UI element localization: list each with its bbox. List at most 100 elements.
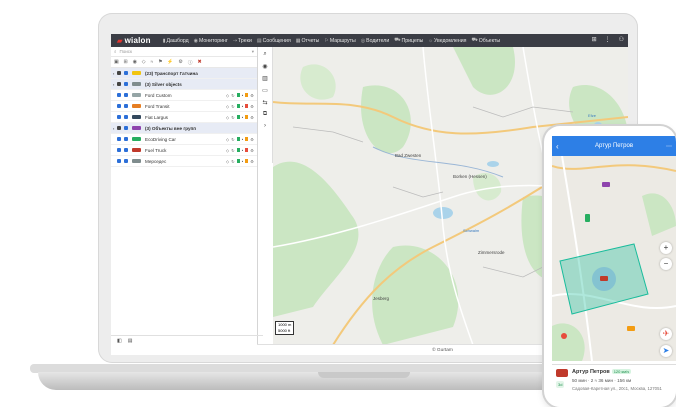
row-visibility-checkbox[interactable]: [124, 148, 128, 152]
unit-row[interactable]: Ford Transit ◇ ↻ • ⚙: [111, 101, 257, 112]
vehicle-icon: [132, 159, 141, 163]
row-visibility-checkbox[interactable]: [124, 93, 128, 97]
menu-item-notifications[interactable]: ☼ Уведомления: [428, 38, 466, 44]
menu-item-tracks[interactable]: ⇢ Треки: [233, 38, 252, 44]
row-visibility-checkbox[interactable]: [124, 71, 128, 75]
settings-icon[interactable]: ⚙: [250, 159, 254, 164]
delete-icon[interactable]: ✖: [198, 60, 202, 65]
row-visibility-checkbox[interactable]: [124, 126, 128, 130]
unit-group-row[interactable]: ▪ (3) Silver objects: [111, 79, 257, 90]
vehicle-icon: [132, 82, 141, 86]
row-checkbox[interactable]: [117, 82, 121, 86]
notifications-icon: ☼: [428, 37, 433, 44]
map-ruler-icon[interactable]: ▭: [262, 87, 268, 94]
more-icon[interactable]: ⋯: [666, 143, 672, 150]
vehicle-icon: [132, 126, 141, 130]
map-visibility-icon[interactable]: ◉: [262, 63, 267, 70]
map-book-icon[interactable]: ▥: [262, 75, 268, 82]
zoom-out-button[interactable]: −: [660, 258, 672, 270]
app-logo[interactable]: ▰ wialon: [111, 36, 163, 45]
menu-item-monitor[interactable]: ◉ Мониторинг: [194, 38, 228, 44]
tracks-icon: ⇢: [232, 37, 238, 44]
panel-layout-icon[interactable]: ◧: [117, 338, 122, 344]
collapse-icon[interactable]: ▪: [113, 126, 116, 131]
row-checkbox[interactable]: [117, 148, 121, 152]
row-visibility-checkbox[interactable]: [124, 115, 128, 119]
unit-group-row[interactable]: ▪ (3) Объекты вне групп: [111, 123, 257, 134]
column-visibility-icon[interactable]: ◉: [133, 60, 137, 65]
mobile-map[interactable]: + − ✈ ➤: [552, 156, 676, 361]
row-visibility-checkbox[interactable]: [124, 104, 128, 108]
select-all-checkbox[interactable]: ▣: [114, 60, 119, 65]
map-search-icon[interactable]: ⌕: [263, 51, 266, 58]
map-label: Borken (Hessen): [453, 174, 487, 179]
logo-mark-icon: ▰: [117, 37, 123, 45]
sensor-green-icon: [236, 148, 240, 152]
motion-icon: ↻: [231, 103, 235, 109]
user-icon[interactable]: ⚇: [619, 36, 624, 43]
map-expand-icon[interactable]: ›: [264, 123, 266, 129]
search-bar[interactable]: ⌕ Поиск ▾: [111, 47, 257, 57]
driver-card[interactable]: Артур Петров 120 км/ч 50 мин · 2 ≈ 36 мин…: [552, 364, 676, 407]
row-checkbox[interactable]: [117, 71, 121, 75]
map-layers-icon[interactable]: ⧉: [263, 111, 267, 118]
menu-item-routes[interactable]: ⚐ Маршруты: [324, 38, 355, 44]
row-visibility-checkbox[interactable]: [124, 82, 128, 86]
menu-item-drivers[interactable]: ◎ Водители: [361, 38, 390, 44]
unit-row[interactable]: Мерседес ◇ ↻ • ⚙: [111, 156, 257, 167]
row-checkbox[interactable]: [117, 104, 121, 108]
status-chip: 3d: [556, 381, 565, 388]
driver-name: Артур Петров 120 км/ч: [572, 369, 632, 375]
row-checkbox[interactable]: [117, 115, 121, 119]
locate-me-icon[interactable]: ➤: [660, 345, 672, 357]
menu-item-trailers[interactable]: ⛟ Прицепы: [394, 37, 423, 44]
row-checkbox[interactable]: [117, 93, 121, 97]
info-icon: •: [241, 136, 244, 142]
filter-icon[interactable]: ▾: [252, 49, 254, 55]
zoom-in-button[interactable]: +: [660, 242, 672, 254]
vehicle-icon: [132, 93, 141, 97]
row-checkbox[interactable]: [117, 159, 121, 163]
settings-icon[interactable]: ⚙: [250, 137, 254, 142]
menu-item-label: Дашборд: [166, 37, 189, 44]
menu-item-objects[interactable]: ⛟ Объекты: [471, 37, 500, 44]
row-checkbox[interactable]: [117, 137, 121, 141]
collapse-icon[interactable]: ▪: [113, 82, 116, 87]
row-visibility-checkbox[interactable]: [124, 159, 128, 163]
column-info-icon[interactable]: ⓘ: [188, 59, 193, 66]
menu-item-chart[interactable]: ▮ Дашборд: [163, 38, 189, 44]
menu-item-label: Мониторинг: [199, 37, 228, 44]
unit-row[interactable]: Fiat Largus ◇ ↻ • ⚙: [111, 112, 257, 123]
unit-row[interactable]: EcoDriving Car ◇ ↻ • ⚙: [111, 134, 257, 145]
more-icon[interactable]: ⋮: [605, 36, 611, 43]
column-commands-icon[interactable]: ⚡: [167, 60, 173, 65]
settings-icon[interactable]: ⚙: [250, 93, 254, 98]
motion-icon: ↻: [231, 92, 235, 98]
column-speed-icon[interactable]: ≈: [150, 60, 153, 65]
menu-item-reports[interactable]: ▦ Отчеты: [296, 38, 320, 44]
unit-group-row[interactable]: ▪ (23) Транспорт Гатчина: [111, 68, 257, 79]
search-icon: ⌕: [114, 49, 117, 54]
unit-name: (3) Silver objects: [145, 81, 182, 87]
list-view-icon[interactable]: ▤: [128, 338, 133, 344]
tree-icon[interactable]: ⊞: [124, 60, 128, 65]
compass-icon[interactable]: ✈: [660, 328, 672, 340]
unit-row[interactable]: Fuel Truck ◇ ↻ • ⚙: [111, 145, 257, 156]
column-settings-icon[interactable]: ⚙: [178, 60, 182, 65]
settings-icon[interactable]: ⚙: [250, 104, 254, 109]
settings-icon[interactable]: ⚙: [250, 115, 254, 120]
menu-item-messages[interactable]: ▤ Сообщения: [257, 38, 291, 44]
column-sensor-icon[interactable]: ⚑: [158, 60, 162, 65]
laptop-notch: [318, 372, 410, 378]
row-visibility-checkbox[interactable]: [124, 137, 128, 141]
unit-row[interactable]: Ford Custom ◇ ↻ • ⚙: [111, 90, 257, 101]
map-route-icon[interactable]: ⇆: [262, 99, 267, 106]
search-input[interactable]: Поиск: [120, 49, 249, 54]
settings-icon[interactable]: ⚙: [250, 148, 254, 153]
apps-grid-icon[interactable]: ⊞: [592, 36, 597, 43]
row-checkbox[interactable]: [117, 126, 121, 130]
vehicle-icon: [132, 71, 141, 75]
column-connection-icon[interactable]: ◇: [142, 60, 146, 65]
back-icon[interactable]: ‹: [556, 142, 559, 151]
collapse-icon[interactable]: ▪: [113, 71, 116, 76]
